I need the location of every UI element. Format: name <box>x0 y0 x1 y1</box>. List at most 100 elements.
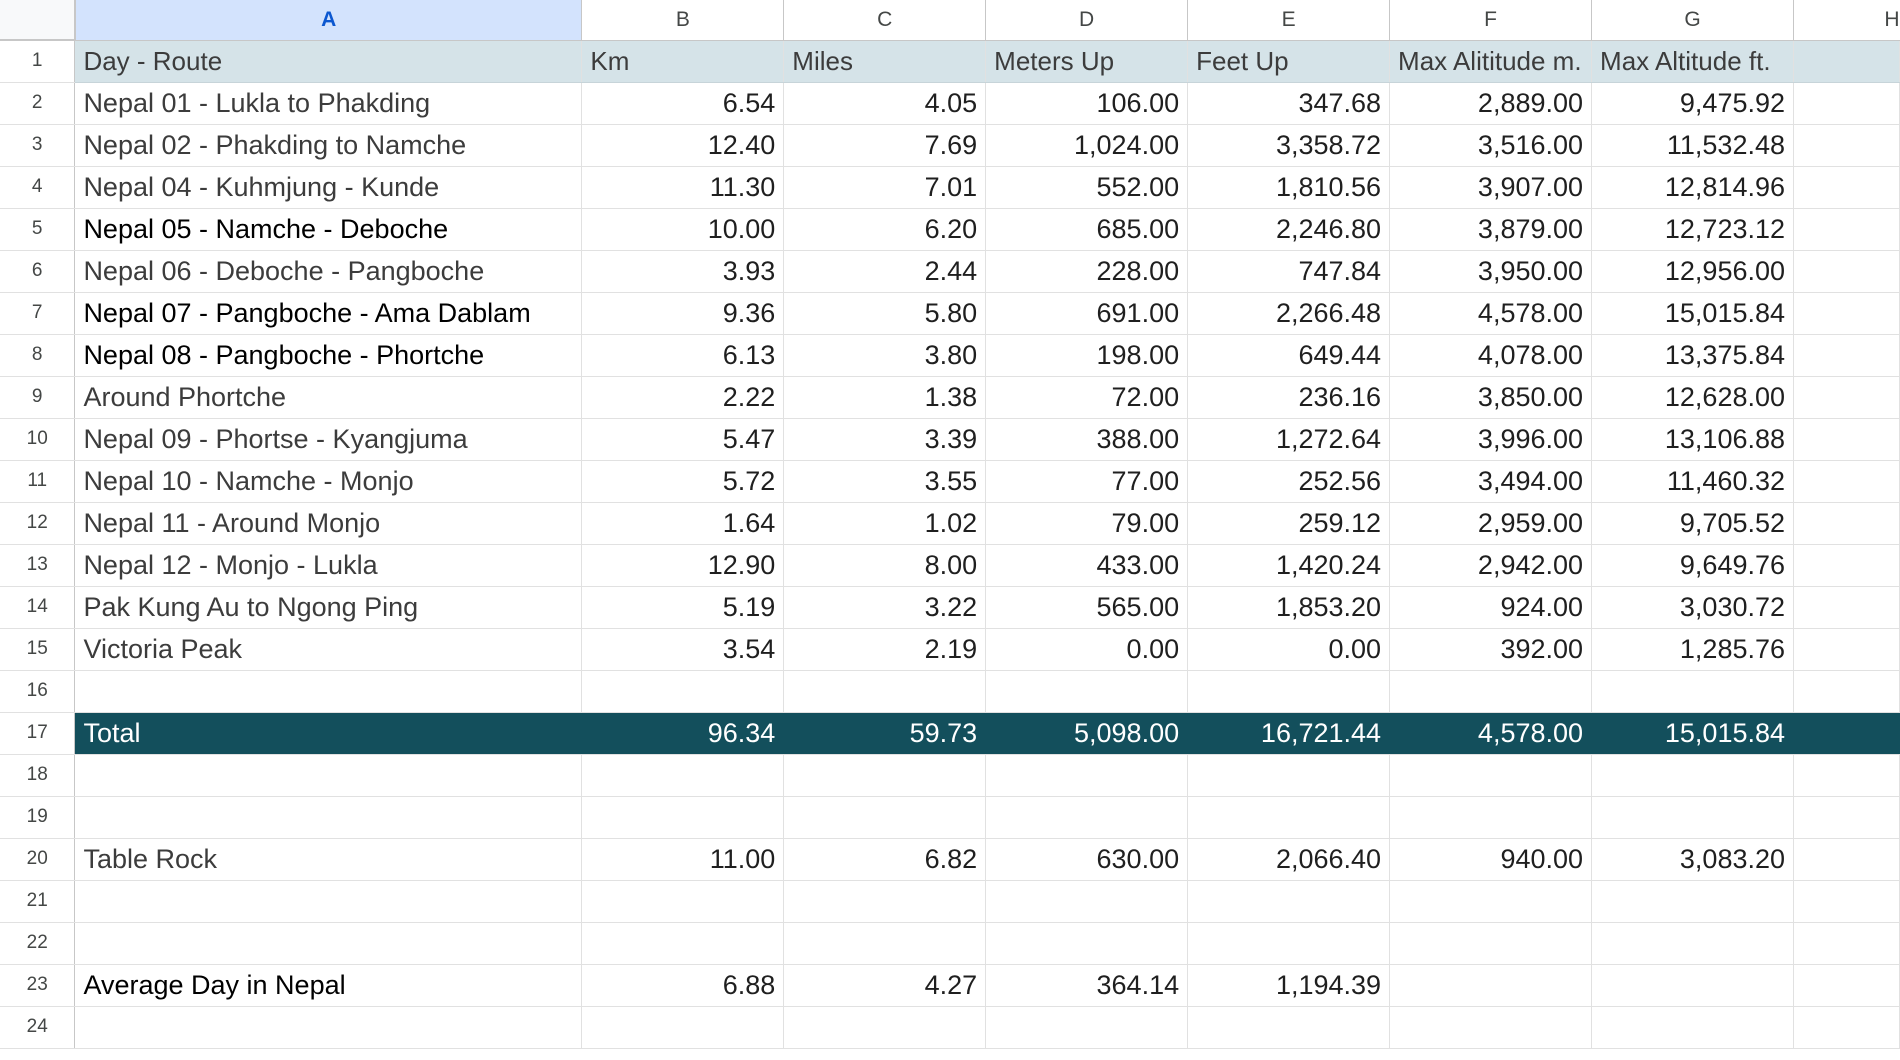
route-name-cell[interactable]: Average Day in Nepal <box>74 964 583 1007</box>
value-cell[interactable] <box>783 880 987 923</box>
value-cell[interactable] <box>1187 922 1391 965</box>
column-header-d[interactable]: D <box>985 0 1189 41</box>
value-cell[interactable]: 259.12 <box>1187 502 1391 545</box>
value-cell[interactable] <box>1187 1006 1391 1049</box>
overflow-cell[interactable] <box>1793 208 1900 251</box>
value-cell[interactable]: 1,272.64 <box>1187 418 1391 461</box>
row-header[interactable]: 10 <box>0 418 76 461</box>
value-cell[interactable]: 2,942.00 <box>1389 544 1593 587</box>
value-cell[interactable]: 13,375.84 <box>1591 334 1795 377</box>
row-header[interactable]: 19 <box>0 796 76 839</box>
value-cell[interactable]: 2.19 <box>783 628 987 671</box>
overflow-cell[interactable] <box>1793 754 1900 797</box>
route-name-cell[interactable]: Nepal 02 - Phakding to Namche <box>74 124 583 167</box>
overflow-cell[interactable] <box>1793 586 1900 629</box>
value-cell[interactable]: 6.54 <box>581 82 785 125</box>
value-cell[interactable] <box>1591 880 1795 923</box>
value-cell[interactable]: 13,106.88 <box>1591 418 1795 461</box>
column-header-b[interactable]: B <box>581 0 785 41</box>
route-name-cell[interactable] <box>74 754 583 797</box>
value-cell[interactable]: 3.54 <box>581 628 785 671</box>
column-header-e[interactable]: E <box>1187 0 1391 41</box>
value-cell[interactable]: 77.00 <box>985 460 1189 503</box>
row-header[interactable]: 22 <box>0 922 76 965</box>
value-cell[interactable]: 4.05 <box>783 82 987 125</box>
value-cell[interactable]: 4,078.00 <box>1389 334 1593 377</box>
value-cell[interactable]: 72.00 <box>985 376 1189 419</box>
value-cell[interactable]: 198.00 <box>985 334 1189 377</box>
value-cell[interactable]: 630.00 <box>985 838 1189 881</box>
value-cell[interactable]: 106.00 <box>985 82 1189 125</box>
value-cell[interactable]: 1,853.20 <box>1187 586 1391 629</box>
value-cell[interactable] <box>783 796 987 839</box>
row-header[interactable]: 15 <box>0 628 76 671</box>
value-cell[interactable]: 11,460.32 <box>1591 460 1795 503</box>
overflow-cell[interactable] <box>1793 418 1900 461</box>
value-cell[interactable]: 565.00 <box>985 586 1189 629</box>
value-cell[interactable]: 1,420.24 <box>1187 544 1391 587</box>
value-cell[interactable]: 10.00 <box>581 208 785 251</box>
route-name-cell[interactable]: Nepal 12 - Monjo - Lukla <box>74 544 583 587</box>
value-cell[interactable]: 8.00 <box>783 544 987 587</box>
value-cell[interactable]: 552.00 <box>985 166 1189 209</box>
route-name-cell[interactable]: Nepal 07 - Pangboche - Ama Dablam <box>74 292 583 335</box>
row-header[interactable]: 13 <box>0 544 76 587</box>
value-cell[interactable]: 2,889.00 <box>1389 82 1593 125</box>
value-cell[interactable]: 16,721.44 <box>1187 712 1391 755</box>
route-name-cell[interactable]: Pak Kung Au to Ngong Ping <box>74 586 583 629</box>
value-cell[interactable]: 940.00 <box>1389 838 1593 881</box>
value-cell[interactable]: 12.40 <box>581 124 785 167</box>
column-header-f[interactable]: F <box>1389 0 1593 41</box>
route-name-cell[interactable]: Nepal 10 - Namche - Monjo <box>74 460 583 503</box>
row-header[interactable]: 2 <box>0 82 76 125</box>
row-header[interactable]: 20 <box>0 838 76 881</box>
value-cell[interactable] <box>1187 796 1391 839</box>
overflow-cell[interactable] <box>1793 838 1900 881</box>
value-cell[interactable]: 59.73 <box>783 712 987 755</box>
value-cell[interactable]: 691.00 <box>985 292 1189 335</box>
row-header[interactable]: 23 <box>0 964 76 1007</box>
value-cell[interactable] <box>1187 754 1391 797</box>
value-cell[interactable]: 12,814.96 <box>1591 166 1795 209</box>
value-cell[interactable] <box>1591 1006 1795 1049</box>
value-cell[interactable]: 0.00 <box>985 628 1189 671</box>
value-cell[interactable]: 3.80 <box>783 334 987 377</box>
route-name-cell[interactable]: Nepal 09 - Phortse - Kyangjuma <box>74 418 583 461</box>
value-cell[interactable]: 3,083.20 <box>1591 838 1795 881</box>
value-cell[interactable]: 3,950.00 <box>1389 250 1593 293</box>
route-name-cell[interactable]: Nepal 11 - Around Monjo <box>74 502 583 545</box>
route-name-cell[interactable] <box>74 670 583 713</box>
value-cell[interactable]: 6.13 <box>581 334 785 377</box>
value-cell[interactable] <box>985 754 1189 797</box>
value-cell[interactable]: 1.38 <box>783 376 987 419</box>
row-header[interactable]: 14 <box>0 586 76 629</box>
route-name-cell[interactable] <box>74 796 583 839</box>
value-cell[interactable]: 3.55 <box>783 460 987 503</box>
value-cell[interactable]: 2.44 <box>783 250 987 293</box>
column-title-cell[interactable]: Feet Up <box>1187 40 1391 83</box>
value-cell[interactable]: 15,015.84 <box>1591 292 1795 335</box>
value-cell[interactable]: 3.22 <box>783 586 987 629</box>
value-cell[interactable]: 1,194.39 <box>1187 964 1391 1007</box>
value-cell[interactable]: 7.01 <box>783 166 987 209</box>
column-title-cell[interactable]: Km <box>581 40 785 83</box>
route-name-cell[interactable] <box>74 922 583 965</box>
value-cell[interactable] <box>985 880 1189 923</box>
value-cell[interactable]: 4,578.00 <box>1389 712 1593 755</box>
overflow-cell[interactable] <box>1793 292 1900 335</box>
overflow-cell[interactable] <box>1793 502 1900 545</box>
value-cell[interactable]: 2.22 <box>581 376 785 419</box>
value-cell[interactable] <box>1591 796 1795 839</box>
row-header[interactable]: 18 <box>0 754 76 797</box>
value-cell[interactable]: 649.44 <box>1187 334 1391 377</box>
column-header-a[interactable]: A <box>74 0 583 41</box>
row-header[interactable]: 6 <box>0 250 76 293</box>
value-cell[interactable] <box>1591 754 1795 797</box>
value-cell[interactable]: 11,532.48 <box>1591 124 1795 167</box>
select-all-corner[interactable] <box>0 0 76 41</box>
value-cell[interactable] <box>1187 880 1391 923</box>
value-cell[interactable] <box>581 754 785 797</box>
overflow-cell[interactable] <box>1793 544 1900 587</box>
value-cell[interactable]: 3,850.00 <box>1389 376 1593 419</box>
overflow-cell[interactable] <box>1793 82 1900 125</box>
